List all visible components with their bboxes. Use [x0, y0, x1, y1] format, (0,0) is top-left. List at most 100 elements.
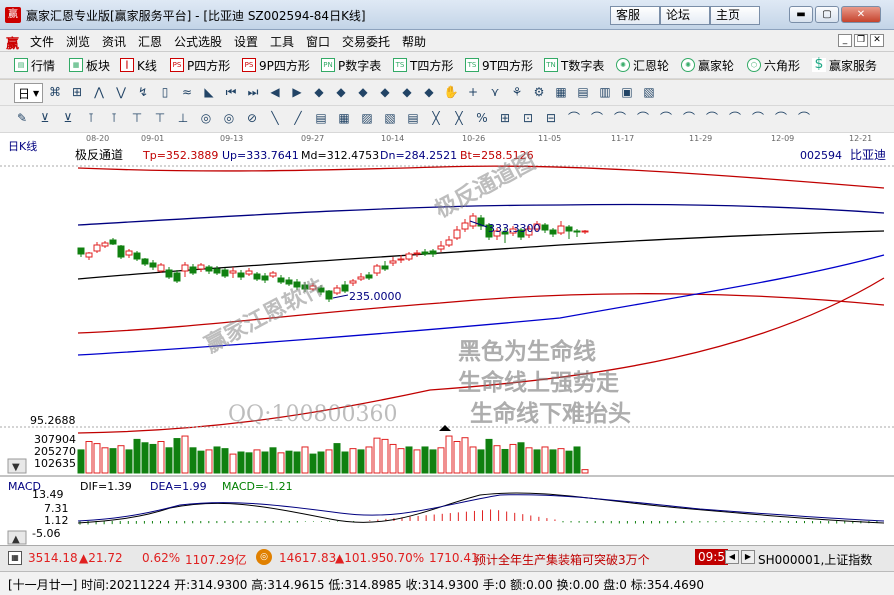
tool-12-icon[interactable]: ╱ — [290, 110, 306, 126]
toolbar-gann-wheel-button[interactable]: ✺ 汇恩轮 — [616, 55, 669, 75]
tool-8-icon[interactable]: ⏮ — [223, 84, 239, 100]
index-name[interactable]: SH000001,上证指数 — [758, 551, 872, 568]
tool-13-icon[interactable]: ▤ — [313, 110, 329, 126]
tool-34-icon[interactable]: ⌒ — [796, 110, 812, 126]
menu-help[interactable]: 帮助 — [402, 33, 426, 50]
tool-10-icon[interactable]: ⊘ — [244, 110, 260, 126]
tool-2-icon[interactable]: ⋀ — [91, 84, 107, 100]
news-ticker[interactable]: 预计全年生产集装箱可突破3万个 — [474, 551, 650, 568]
tool-12-icon[interactable]: ◆ — [311, 84, 327, 100]
tool-22-icon[interactable]: ⊡ — [520, 110, 536, 126]
tool-30-icon[interactable]: ⌒ — [704, 110, 720, 126]
tool-22-icon[interactable]: ⚙ — [531, 84, 547, 100]
tool-14-icon[interactable]: ▦ — [336, 110, 352, 126]
menu-settings[interactable]: 设置 — [234, 33, 258, 50]
tool-3-icon[interactable]: ⊺ — [83, 110, 99, 126]
tool-11-icon[interactable]: ╲ — [267, 110, 283, 126]
tool-1-icon[interactable]: ⊻ — [37, 110, 53, 126]
mdi-restore-icon[interactable]: ❐ — [854, 34, 868, 47]
toolbar-t-square-button[interactable]: TS T四方形 — [393, 55, 453, 75]
tool-4-icon[interactable]: ↯ — [135, 84, 151, 100]
tool-26-icon[interactable]: ⌒ — [612, 110, 628, 126]
tool-24-icon[interactable]: ⌒ — [566, 110, 582, 126]
tool-19-icon[interactable]: + — [465, 84, 481, 100]
tool-19-icon[interactable]: ╳ — [451, 110, 467, 126]
tool-16-icon[interactable]: ▧ — [382, 110, 398, 126]
tool-0-icon[interactable]: ✎ — [14, 110, 30, 126]
menu-formula[interactable]: 公式选股 — [174, 33, 222, 50]
menu-trade[interactable]: 交易委托 — [342, 33, 390, 50]
minimize-icon[interactable]: ▬ — [789, 6, 813, 23]
tool-4-icon[interactable]: ⊺ — [106, 110, 122, 126]
tool-23-icon[interactable]: ▦ — [553, 84, 569, 100]
tool-25-icon[interactable]: ▥ — [597, 84, 613, 100]
tool-23-icon[interactable]: ⊟ — [543, 110, 559, 126]
maximize-icon[interactable]: ▢ — [815, 6, 839, 23]
tool-14-icon[interactable]: ◆ — [355, 84, 371, 100]
tool-10-icon[interactable]: ◀ — [267, 84, 283, 100]
tool-24-icon[interactable]: ▤ — [575, 84, 591, 100]
tool-7-icon[interactable]: ◣ — [201, 84, 217, 100]
tool-17-icon[interactable]: ◆ — [421, 84, 437, 100]
tool-20-icon[interactable]: % — [474, 110, 490, 126]
tool-33-icon[interactable]: ⌒ — [773, 110, 789, 126]
tool-21-icon[interactable]: ⚘ — [509, 84, 525, 100]
tool-3-icon[interactable]: ⋁ — [113, 84, 129, 100]
tool-2-icon[interactable]: ⊻ — [60, 110, 76, 126]
toolbar-sector-button[interactable]: ▦ 板块 — [69, 55, 110, 75]
tool-11-icon[interactable]: ▶ — [289, 84, 305, 100]
kline-chart[interactable]: 08-20 09-01 09-13 09-27 10-14 10-26 11-05 11-17… — [0, 133, 894, 545]
toolbar-quotes-button[interactable]: ▤ 行情 — [14, 55, 55, 75]
chevron-left-icon[interactable]: ◀ — [725, 550, 739, 564]
tool-5-icon[interactable]: ⊤ — [129, 110, 145, 126]
toolbar-9p-square-button[interactable]: PS 9P四方形 — [242, 55, 310, 75]
tool-21-icon[interactable]: ⊞ — [497, 110, 513, 126]
tool-13-icon[interactable]: ◆ — [333, 84, 349, 100]
toolbar-winner-wheel-button[interactable]: ✺ 赢家轮 — [681, 55, 734, 75]
tool-15-icon[interactable]: ◆ — [377, 84, 393, 100]
nav-forum-button[interactable]: 论坛 — [660, 6, 710, 25]
tool-18-icon[interactable]: ╳ — [428, 110, 444, 126]
period-select[interactable]: 日 ▼ — [14, 83, 44, 103]
tool-0-icon[interactable]: ⌘ — [47, 84, 63, 100]
tool-9-icon[interactable]: ◎ — [221, 110, 237, 126]
nav-home-button[interactable]: 主页 — [710, 6, 760, 25]
menu-info[interactable]: 资讯 — [102, 33, 126, 50]
tool-28-icon[interactable]: ⌒ — [658, 110, 674, 126]
tool-6-icon[interactable]: ⊤ — [152, 110, 168, 126]
grid-icon[interactable]: ▦ — [8, 551, 22, 565]
tool-8-icon[interactable]: ◎ — [198, 110, 214, 126]
tool-31-icon[interactable]: ⌒ — [727, 110, 743, 126]
tool-27-icon[interactable]: ▧ — [641, 84, 657, 100]
toolbar-winner-service-button[interactable]: $ 赢家服务 — [812, 55, 877, 75]
menu-file[interactable]: 文件 — [30, 33, 54, 50]
tool-32-icon[interactable]: ⌒ — [750, 110, 766, 126]
tool-1-icon[interactable]: ⊞ — [69, 84, 85, 100]
menu-gann[interactable]: 汇恩 — [138, 33, 162, 50]
nav-service-button[interactable]: 客服 — [610, 6, 660, 25]
close-icon[interactable]: ✕ — [841, 6, 881, 23]
toolbar-p-square-button[interactable]: PS P四方形 — [170, 55, 230, 75]
toolbar-p-table-button[interactable]: PN P数字表 — [321, 55, 381, 75]
mdi-minimize-icon[interactable]: _ — [838, 34, 852, 47]
chart-panel[interactable]: 08-20 09-01 09-13 09-27 10-14 10-26 11-05 11-17… — [0, 133, 894, 545]
tool-5-icon[interactable]: ▯ — [157, 84, 173, 100]
tool-15-icon[interactable]: ▨ — [359, 110, 375, 126]
tool-16-icon[interactable]: ◆ — [399, 84, 415, 100]
tool-9-icon[interactable]: ⏭ — [245, 84, 261, 100]
tool-7-icon[interactable]: ⊥ — [175, 110, 191, 126]
toolbar-t-table-button[interactable]: TN T数字表 — [544, 55, 604, 75]
chevron-right-icon[interactable]: ▶ — [741, 550, 755, 564]
toolbar-hexagon-button[interactable]: ⬡ 六角形 — [747, 55, 800, 75]
menu-window[interactable]: 窗口 — [306, 33, 330, 50]
menu-browse[interactable]: 浏览 — [66, 33, 90, 50]
tool-18-icon[interactable]: ✋ — [443, 84, 459, 100]
toolbar-9t-square-button[interactable]: TS 9T四方形 — [465, 55, 533, 75]
tool-27-icon[interactable]: ⌒ — [635, 110, 651, 126]
tool-26-icon[interactable]: ▣ — [619, 84, 635, 100]
tool-25-icon[interactable]: ⌒ — [589, 110, 605, 126]
menu-tools[interactable]: 工具 — [270, 33, 294, 50]
toolbar-kline-button[interactable]: ┃ K线 — [120, 55, 157, 75]
tool-17-icon[interactable]: ▤ — [405, 110, 421, 126]
tool-6-icon[interactable]: ≈ — [179, 84, 195, 100]
